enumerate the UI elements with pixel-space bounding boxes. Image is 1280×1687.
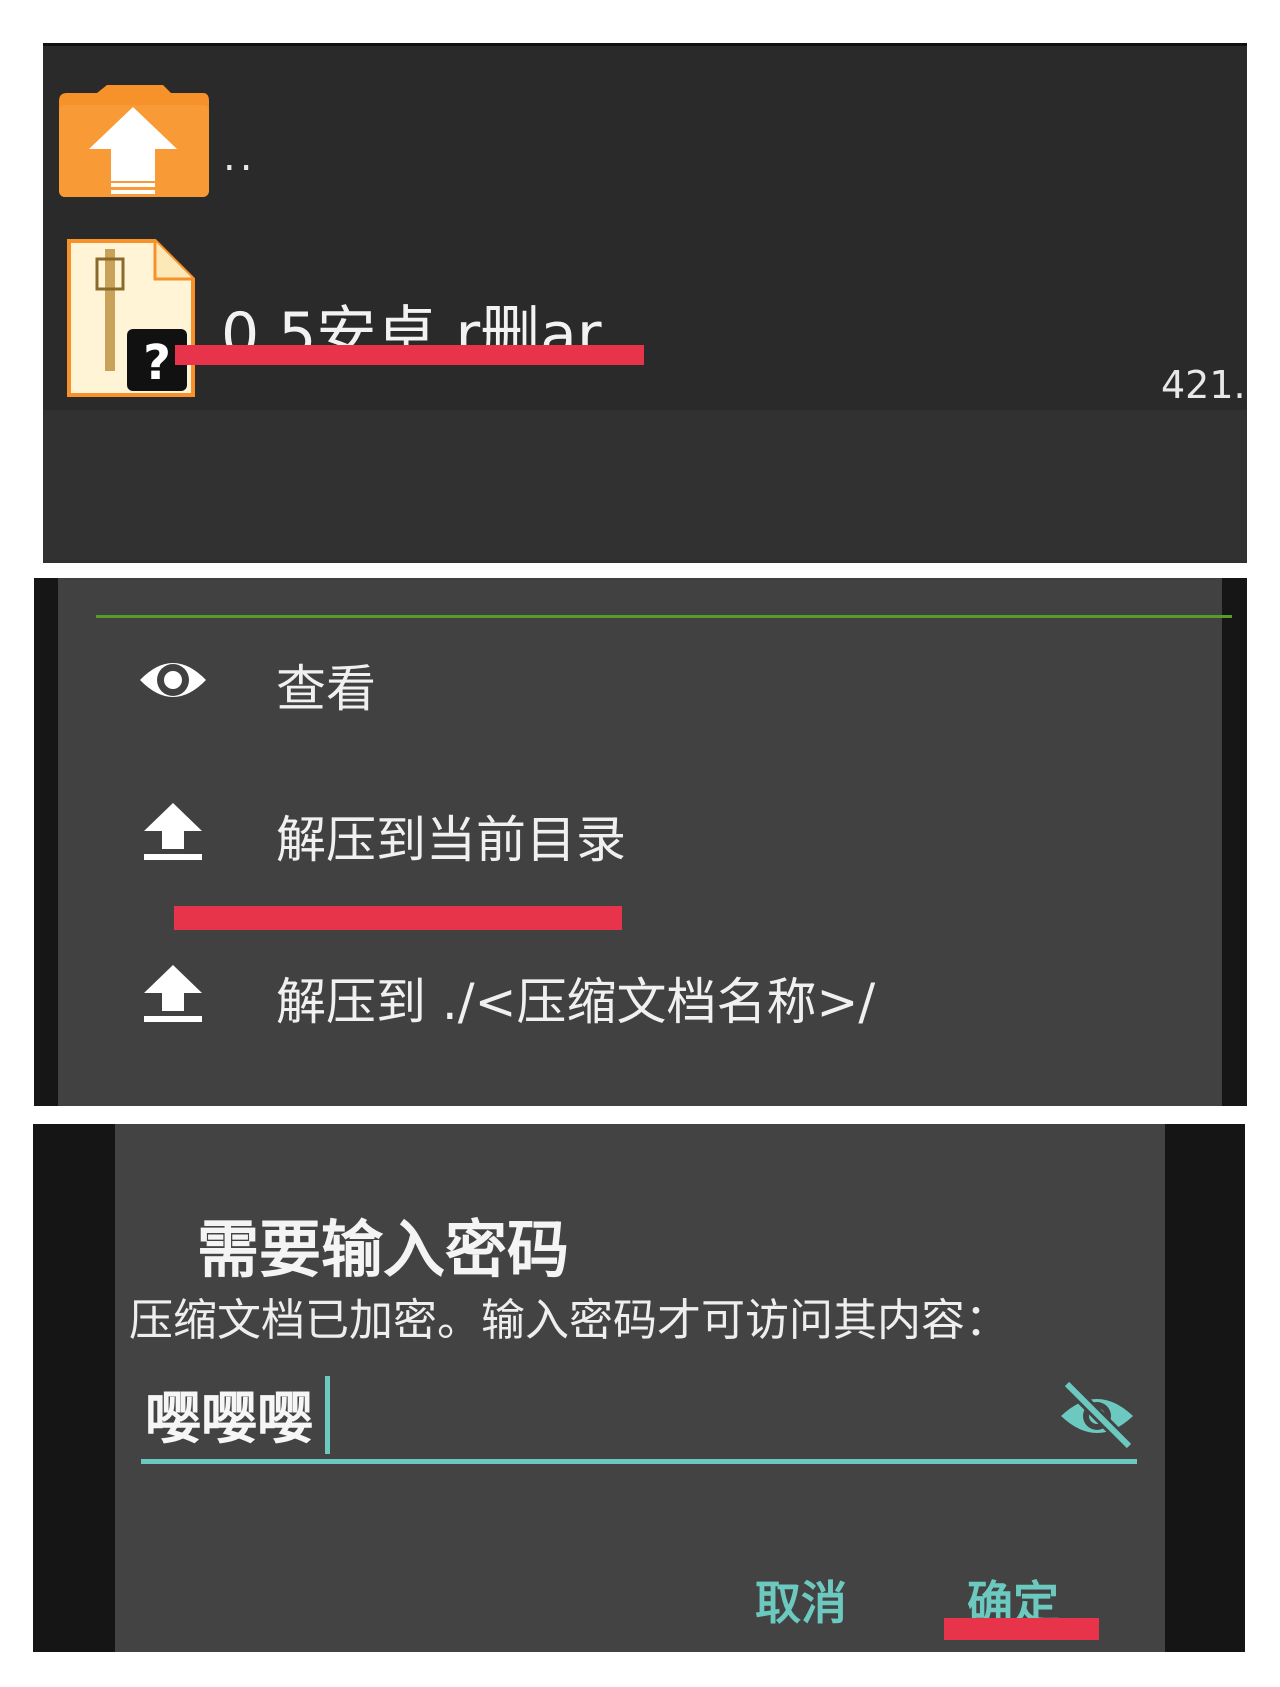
file-list-panel: .. ? 0.5安卓.r删ar 421. <box>43 43 1247 563</box>
archive-file-icon: ? <box>67 239 195 397</box>
menu-item-extract-to-folder[interactable]: 解压到 ./<压缩文档名称>/ <box>138 948 1198 1038</box>
annotation-underline <box>175 345 644 365</box>
password-dialog: 需要输入密码 压缩文档已加密。输入密码才可访问其内容： 嘤嘤嘤 取消 确定 <box>115 1124 1165 1652</box>
dialog-title: 需要输入密码 <box>197 1213 570 1286</box>
annotation-underline <box>944 1618 1099 1640</box>
context-menu-panel: 查看 解压到当前目录 解压到 ./<压缩文档名称>/ <box>34 578 1247 1106</box>
menu-item-view[interactable]: 查看 <box>138 635 1198 725</box>
menu-item-label: 解压到当前目录 <box>276 811 626 869</box>
svg-text:?: ? <box>143 335 171 391</box>
annotation-underline <box>174 906 622 930</box>
menu-divider <box>96 615 1232 618</box>
empty-list-area <box>43 410 1247 563</box>
dialog-message: 压缩文档已加密。输入密码才可访问其内容： <box>129 1295 1009 1346</box>
file-size: 421. <box>1161 363 1246 407</box>
password-input[interactable]: 嘤嘤嘤 <box>145 1374 313 1455</box>
menu-item-label: 解压到 ./<压缩文档名称>/ <box>276 973 876 1031</box>
context-menu-sheet: 查看 解压到当前目录 解压到 ./<压缩文档名称>/ <box>58 578 1232 1106</box>
cancel-button[interactable]: 取消 <box>755 1567 847 1633</box>
text-cursor <box>325 1376 330 1454</box>
upload-icon <box>144 965 202 1022</box>
eye-icon <box>140 663 206 697</box>
visibility-off-icon[interactable] <box>1057 1380 1137 1450</box>
menu-item-label: 查看 <box>276 660 376 718</box>
parent-folder-label: .. <box>223 134 257 180</box>
menu-item-extract-here[interactable]: 解压到当前目录 <box>138 786 1198 876</box>
password-field-underline <box>141 1459 1137 1464</box>
folder-up-icon <box>59 85 209 197</box>
upload-icon <box>144 803 202 860</box>
password-dialog-panel: 需要输入密码 压缩文档已加密。输入密码才可访问其内容： 嘤嘤嘤 取消 确定 <box>33 1124 1245 1652</box>
